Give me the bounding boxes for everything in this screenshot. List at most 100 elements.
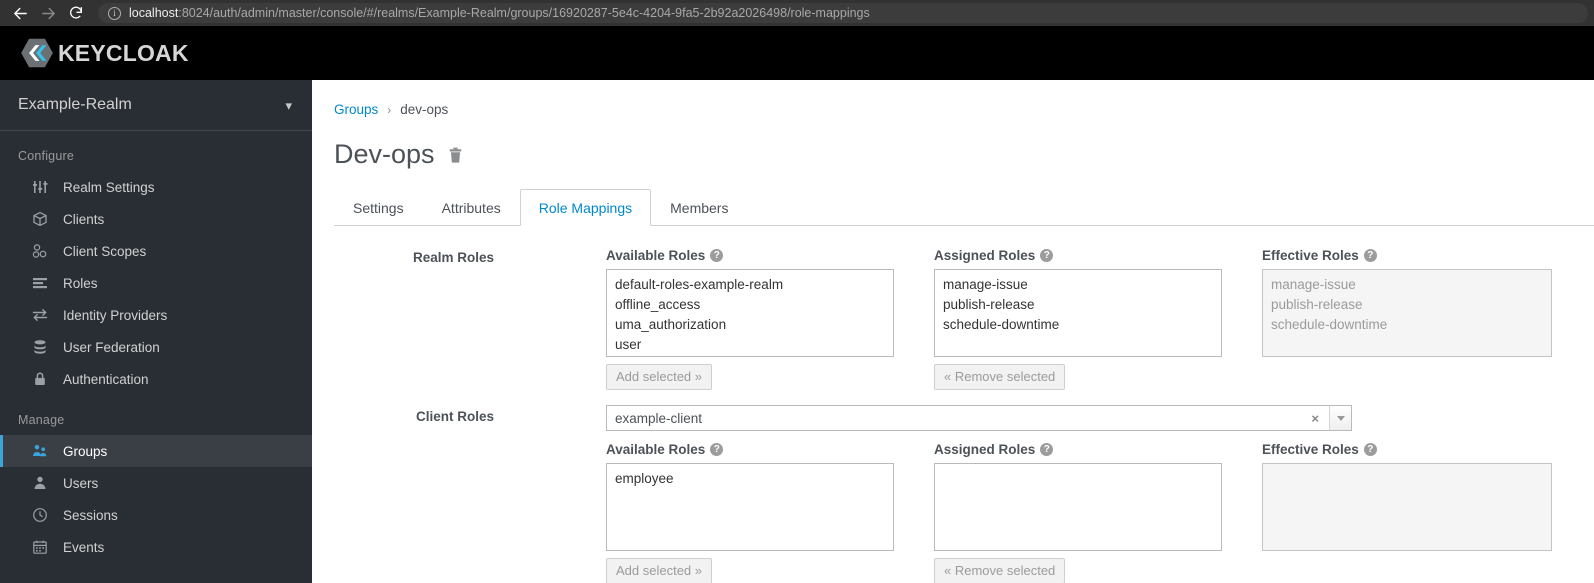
forward-arrow-icon[interactable] [34,1,62,25]
client-select-value: example-client [615,410,703,426]
trash-icon[interactable] [447,146,464,164]
col-header-text: Effective Roles [1262,248,1359,263]
realm-available-roles-listbox[interactable]: default-roles-example-realm offline_acce… [606,269,894,357]
realm-assigned-roles-listbox[interactable]: manage-issue publish-release schedule-do… [934,269,1222,357]
back-arrow-icon[interactable] [6,1,34,25]
sidebar-item-user-federation[interactable]: User Federation [0,331,312,363]
breadcrumb: Groups › dev-ops [334,102,1594,117]
list-item[interactable]: schedule-downtime [935,315,1221,335]
client-available-roles-group: Available Roles ? employee Add selected … [606,442,894,583]
realm-available-roles-header: Available Roles ? [606,248,894,263]
realm-roles-label: Realm Roles [412,250,494,265]
realm-effective-roles-group: Effective Roles ? manage-issue publish-r… [1262,248,1552,357]
sidebar-item-authentication[interactable]: Authentication [0,363,312,395]
browser-toolbar: i localhost:8024/auth/admin/master/conso… [0,0,1594,26]
col-header-text: Available Roles [606,442,706,457]
realm-roles-section: Realm Roles Available Roles ? default-ro… [334,248,1594,393]
client-effective-roles-listbox [1262,463,1552,551]
list-item[interactable]: manage-issue [935,275,1221,295]
keycloak-logo-icon [21,38,53,68]
sidebar-item-realm-settings[interactable]: Realm Settings [0,171,312,203]
sidebar-item-sessions[interactable]: Sessions [0,499,312,531]
list-item[interactable]: publish-release [935,295,1221,315]
sidebar-item-label: Realm Settings [63,179,155,195]
client-add-selected-button[interactable]: Add selected » [606,558,713,583]
client-roles-section: Client Roles example-client × Available … [334,405,1594,583]
realm-remove-selected-button[interactable]: « Remove selected [934,364,1066,390]
exchange-arrows-icon [31,307,48,324]
client-available-roles-header: Available Roles ? [606,442,894,457]
question-circle-icon[interactable]: ? [710,443,724,456]
sidebar-item-roles[interactable]: Roles [0,267,312,299]
users-group-icon [31,443,48,460]
realm-add-selected-button[interactable]: Add selected » [606,364,713,390]
info-icon[interactable]: i [108,6,121,20]
client-available-roles-listbox[interactable]: employee [606,463,894,551]
sliders-icon [31,179,48,196]
url-text: localhost:8024/auth/admin/master/console… [129,6,870,20]
sidebar-item-label: Identity Providers [63,307,168,323]
realm-assigned-roles-header: Assigned Roles ? [934,248,1222,263]
client-assigned-roles-header: Assigned Roles ? [934,442,1222,457]
col-header-text: Assigned Roles [934,248,1036,263]
client-roles-label: Client Roles [415,409,494,424]
list-item: schedule-downtime [1271,317,1388,332]
list-item[interactable]: employee [607,469,893,489]
sidebar-item-clients[interactable]: Clients [0,203,312,235]
realm-available-roles-group: Available Roles ? default-roles-example-… [606,248,894,390]
client-effective-roles-group: Effective Roles ? [1262,442,1552,551]
tab-role-mappings[interactable]: Role Mappings [519,189,652,226]
clock-icon [31,507,48,524]
page-title: Dev-ops [334,139,435,169]
clear-x-icon[interactable]: × [1301,412,1329,425]
sidebar-item-label: Events [63,539,105,555]
realm-selector-label: Example-Realm [18,96,132,113]
chevron-down-icon: ▾ [285,97,292,113]
client-assigned-roles-listbox[interactable] [934,463,1222,551]
sidebar-item-identity-providers[interactable]: Identity Providers [0,299,312,331]
sidebar-item-client-scopes[interactable]: Client Scopes [0,235,312,267]
list-item[interactable]: offline_access [607,295,893,315]
sidebar-item-label: User Federation [63,339,160,355]
sidebar-item-label: Client Scopes [63,243,147,259]
database-icon [31,339,48,356]
list-item[interactable]: user [607,335,893,355]
calendar-icon [31,539,48,556]
tab-members[interactable]: Members [651,189,747,226]
reload-icon[interactable] [62,1,90,25]
question-circle-icon[interactable]: ? [1040,249,1054,262]
sidebar-item-events[interactable]: Events [0,531,312,563]
question-circle-icon[interactable]: ? [1363,443,1377,456]
realm-effective-roles-header: Effective Roles ? [1262,248,1552,263]
question-circle-icon[interactable]: ? [710,249,724,262]
list-item: publish-release [1271,297,1363,312]
realm-assigned-roles-group: Assigned Roles ? manage-issue publish-re… [934,248,1222,390]
tab-settings[interactable]: Settings [334,189,423,226]
list-item[interactable]: uma_authorization [607,315,893,335]
client-select[interactable]: example-client × [606,405,1352,431]
col-header-text: Assigned Roles [934,442,1036,457]
sidebar-item-label: Roles [63,275,98,291]
sidebar-item-label: Clients [63,211,105,227]
breadcrumb-groups-link[interactable]: Groups [334,102,378,117]
url-host: localhost [129,6,179,20]
caret-down-icon[interactable] [1329,406,1351,430]
realm-selector[interactable]: Example-Realm ▾ [0,80,312,131]
question-circle-icon[interactable]: ? [1363,249,1377,262]
sidebar-item-groups[interactable]: Groups [0,435,312,467]
list-item[interactable]: default-roles-example-realm [607,275,893,295]
client-remove-selected-button[interactable]: « Remove selected [934,558,1066,583]
address-bar[interactable]: i localhost:8024/auth/admin/master/conso… [98,3,1588,23]
breadcrumb-separator: › [387,102,392,117]
tab-attributes[interactable]: Attributes [423,189,520,226]
question-circle-icon[interactable]: ? [1040,443,1054,456]
client-assigned-roles-group: Assigned Roles ? « Remove selected [934,442,1222,583]
lock-icon [31,371,48,388]
list-icon [31,275,48,292]
sidebar-item-label: Authentication [63,371,149,387]
sidebar-item-users[interactable]: Users [0,467,312,499]
main-content: Groups › dev-ops Dev-ops Settings Attrib… [312,80,1594,583]
realm-effective-roles-listbox: manage-issue publish-release schedule-do… [1262,269,1552,357]
sidebar-item-label: Sessions [63,507,118,523]
cubes-icon [31,243,48,260]
